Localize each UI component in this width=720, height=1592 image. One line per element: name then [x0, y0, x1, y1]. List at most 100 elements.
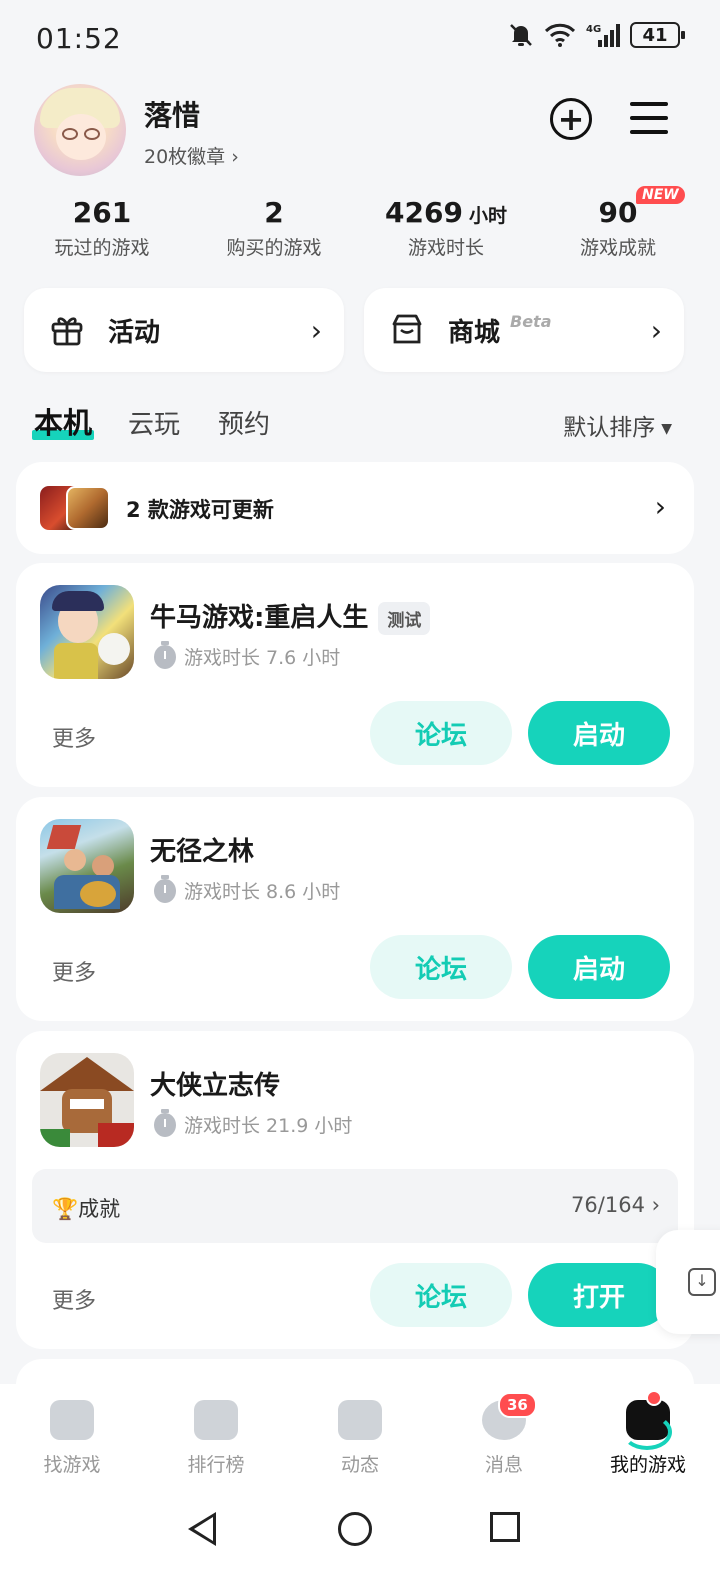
sort-dropdown[interactable]: 默认排序 ▼ — [563, 408, 672, 442]
add-button[interactable]: + — [550, 98, 592, 140]
mute-bell-icon — [510, 24, 532, 46]
game-title[interactable]: 牛马游戏:重启人生 测试 — [150, 597, 431, 635]
tab-local[interactable]: 本机 — [31, 400, 95, 442]
update-thumbnails — [40, 486, 110, 532]
stat-label: 游戏时长 — [407, 237, 484, 259]
home-icon[interactable] — [338, 1512, 372, 1546]
stopwatch-icon — [154, 640, 176, 669]
stat-purchased-games[interactable]: 2 购买的游戏 — [188, 196, 360, 266]
badges-link[interactable]: 20枚徽章 › — [144, 142, 239, 169]
tab-cloud[interactable]: 云玩 — [128, 404, 180, 441]
tab-reserve[interactable]: 预约 — [218, 404, 270, 441]
feed-icon — [338, 1400, 382, 1440]
recents-icon[interactable] — [490, 1512, 520, 1542]
nav-rankings[interactable]: 排行榜 — [144, 1384, 288, 1492]
stat-unit: 小时 — [468, 205, 507, 227]
battery-level: 41 — [642, 24, 668, 46]
new-badge: NEW — [636, 186, 685, 204]
beta-tag: Beta — [510, 312, 552, 331]
nav-label: 找游戏 — [43, 1454, 101, 1476]
menu-button[interactable] — [630, 102, 668, 134]
wifi-icon — [544, 23, 576, 47]
download-icon: ↓ — [688, 1268, 716, 1296]
more-button[interactable]: 更多 — [52, 1283, 96, 1315]
signal-icon: 4G — [586, 24, 620, 47]
more-button[interactable]: 更多 — [52, 721, 96, 753]
stat-played-games[interactable]: 261 玩过的游戏 — [16, 196, 188, 266]
game-icon[interactable] — [40, 1053, 134, 1147]
nav-messages[interactable]: 36 消息 — [432, 1384, 576, 1492]
stat-value: 90 — [598, 196, 638, 229]
forum-button[interactable]: 论坛 — [370, 1263, 512, 1327]
game-card: 无径之林 游戏时长 8.6 小时 更多 论坛 启动 — [16, 797, 694, 1021]
game-title-text: 大侠立志传 — [150, 1071, 281, 1101]
bottom-nav: 找游戏 排行榜 动态 36 消息 我的游戏 — [0, 1384, 720, 1492]
mall-entry[interactable]: 商城 Beta › — [364, 288, 684, 372]
game-icon[interactable] — [40, 585, 134, 679]
profile-header: 落惜 20枚徽章 › + — [34, 84, 694, 180]
stat-label: 玩过的游戏 — [54, 237, 150, 259]
stat-label: 购买的游戏 — [226, 237, 322, 259]
achievement-progress: 76/164 › — [571, 1193, 660, 1217]
back-icon[interactable] — [188, 1512, 216, 1546]
open-button[interactable]: 打开 — [528, 1263, 670, 1327]
caret-down-icon: ▼ — [661, 420, 672, 437]
stat-label: 游戏成就 — [579, 237, 656, 259]
play-time-text: 游戏时长 8.6 小时 — [184, 881, 341, 903]
nav-find-games[interactable]: 找游戏 — [0, 1384, 144, 1492]
game-card: 大侠立志传 游戏时长 21.9 小时 🏆成就 76/164 › 更多 论坛 打开 — [16, 1031, 694, 1349]
chevron-right-icon: › — [310, 314, 322, 347]
chevron-right-icon: › — [654, 490, 666, 523]
update-banner[interactable]: 2 款游戏可更新 › — [16, 462, 694, 554]
game-title-text: 牛马游戏:重启人生 — [150, 603, 369, 633]
hamburger-line-icon — [630, 116, 668, 120]
stat-play-time[interactable]: 4269 小时 游戏时长 — [360, 196, 532, 266]
game-title-text: 无径之林 — [150, 837, 255, 867]
play-time-text: 游戏时长 21.9 小时 — [184, 1115, 353, 1137]
game-icon[interactable] — [40, 819, 134, 913]
nav-label: 我的游戏 — [609, 1454, 686, 1476]
nav-feed[interactable]: 动态 — [288, 1384, 432, 1492]
nav-label: 动态 — [340, 1454, 379, 1476]
stopwatch-icon — [154, 874, 176, 903]
launch-button[interactable]: 启动 — [528, 701, 670, 765]
play-time: 游戏时长 7.6 小时 — [154, 640, 340, 670]
notification-dot — [646, 1390, 662, 1406]
rankings-icon — [194, 1400, 238, 1440]
launch-button[interactable]: 启动 — [528, 935, 670, 999]
forum-button[interactable]: 论坛 — [370, 701, 512, 765]
forum-button[interactable]: 论坛 — [370, 935, 512, 999]
stats-row: 261 玩过的游戏 2 购买的游戏 4269 小时 游戏时长 90 游戏成就 NE… — [16, 186, 704, 266]
stat-value: 2 — [264, 196, 284, 229]
avatar[interactable] — [34, 84, 126, 176]
status-icons: 4G 41 — [508, 22, 685, 48]
username[interactable]: 落惜 — [144, 94, 200, 134]
sort-label: 默认排序 — [563, 415, 656, 441]
hamburger-line-icon — [630, 130, 668, 134]
unread-badge: 36 — [498, 1392, 537, 1418]
stat-value: 4269 — [385, 196, 463, 229]
game-card: 牛马游戏:重启人生 测试 游戏时长 7.6 小时 更多 论坛 启动 — [16, 563, 694, 787]
game-title[interactable]: 大侠立志传 — [150, 1065, 280, 1102]
system-nav-bar — [0, 1492, 720, 1592]
nav-my-games[interactable]: 我的游戏 — [576, 1384, 720, 1492]
game-tabs: 本机 云玩 预约 默认排序 ▼ — [31, 400, 686, 450]
gamepad-accent-icon — [622, 1414, 672, 1450]
battery-icon: 41 — [630, 22, 685, 48]
floating-download-button[interactable]: ↓ — [656, 1230, 720, 1334]
game-title[interactable]: 无径之林 — [150, 831, 254, 868]
nav-label: 排行榜 — [187, 1454, 245, 1476]
chevron-right-icon: › — [650, 314, 662, 347]
stat-value: 261 — [72, 196, 132, 229]
status-time: 01:52 — [36, 22, 122, 55]
status-bar: 01:52 4G 41 — [0, 0, 720, 76]
game-thumbnail — [66, 486, 110, 530]
stat-achievements[interactable]: 90 游戏成就 NEW — [532, 186, 704, 266]
more-button[interactable]: 更多 — [52, 955, 96, 987]
shop-icon — [392, 314, 422, 344]
activity-entry[interactable]: 活动 › — [24, 288, 344, 372]
achievement-row[interactable]: 🏆成就 76/164 › — [32, 1169, 678, 1243]
hamburger-line-icon — [630, 102, 668, 106]
svg-text:4G: 4G — [586, 24, 601, 35]
play-time: 游戏时长 21.9 小时 — [154, 1108, 353, 1138]
